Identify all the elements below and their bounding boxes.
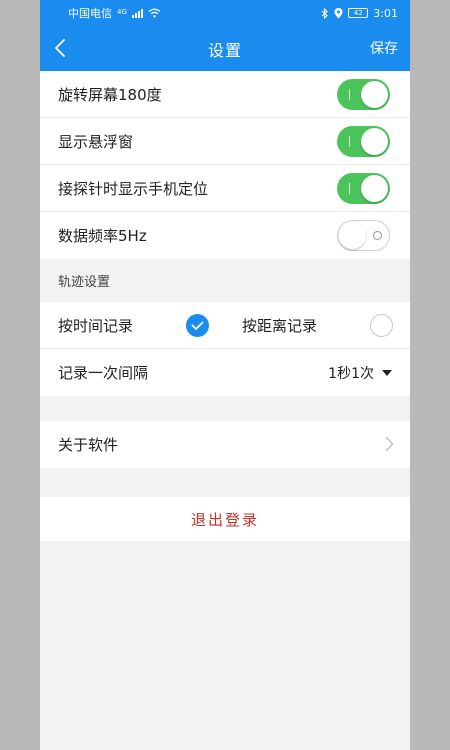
about-software-row[interactable]: 关于软件 <box>40 421 410 468</box>
record-mode-row: 按时间记录 按距离记录 <box>40 302 410 349</box>
radio-label: 按时间记录 <box>58 317 134 335</box>
carrier-label: 中国电信 <box>68 7 112 20</box>
setting-label: 关于软件 <box>58 436 119 454</box>
rotate-screen-toggle[interactable] <box>337 79 390 110</box>
nav-bar: 设置 保存 <box>40 26 410 71</box>
floating-window-toggle[interactable] <box>337 126 390 157</box>
interval-select-value[interactable]: 1秒1次 <box>328 363 374 383</box>
setting-label: 显示悬浮窗 <box>58 132 134 151</box>
radio-checked[interactable] <box>186 314 209 337</box>
wifi-icon <box>148 8 161 18</box>
clock: 3:01 <box>373 6 398 20</box>
radio-label: 按距离记录 <box>242 317 318 335</box>
probe-location-toggle[interactable] <box>337 173 390 204</box>
record-interval-row[interactable]: 记录一次间隔 1秒1次 <box>40 349 410 396</box>
data-frequency-toggle[interactable] <box>337 220 390 251</box>
signal-icon <box>131 8 143 18</box>
logout-label: 退出登录 <box>190 510 259 529</box>
battery-icon: 42 <box>348 8 369 18</box>
setting-label: 数据频率5Hz <box>58 227 147 245</box>
bluetooth-icon <box>321 7 329 19</box>
setting-row-data-frequency: 数据频率5Hz <box>40 212 410 259</box>
radio-option-by-distance[interactable]: 按距离记录 <box>242 302 402 349</box>
setting-label: 接探针时显示手机定位 <box>58 179 209 198</box>
phone-screen: 中国电信 4G 42 3:01 设置 保存 旋转屏幕180度 显示悬浮窗 接探针… <box>40 0 410 750</box>
setting-row-rotate-screen: 旋转屏幕180度 <box>40 71 410 118</box>
setting-label: 记录一次间隔 <box>58 364 149 382</box>
setting-row-probe-location: 接探针时显示手机定位 <box>40 165 410 212</box>
radio-unchecked[interactable] <box>370 314 393 337</box>
back-arrow-icon[interactable] <box>54 36 76 60</box>
check-icon <box>191 321 204 330</box>
chevron-right-icon <box>385 436 394 456</box>
logout-button[interactable]: 退出登录 <box>40 497 410 541</box>
status-bar: 中国电信 4G 42 3:01 <box>40 0 410 26</box>
app-header: 中国电信 4G 42 3:01 设置 保存 <box>40 0 410 71</box>
location-icon <box>334 7 343 18</box>
page-title: 设置 <box>207 40 242 60</box>
section-header-track: 轨迹设置 <box>40 259 410 302</box>
save-button[interactable]: 保存 <box>370 38 398 58</box>
network-type: 4G <box>117 8 127 16</box>
setting-row-floating-window: 显示悬浮窗 <box>40 118 410 165</box>
dropdown-arrow-icon[interactable] <box>382 370 392 376</box>
radio-option-by-time[interactable]: 按时间记录 <box>58 302 218 349</box>
setting-label: 旋转屏幕180度 <box>58 85 162 104</box>
